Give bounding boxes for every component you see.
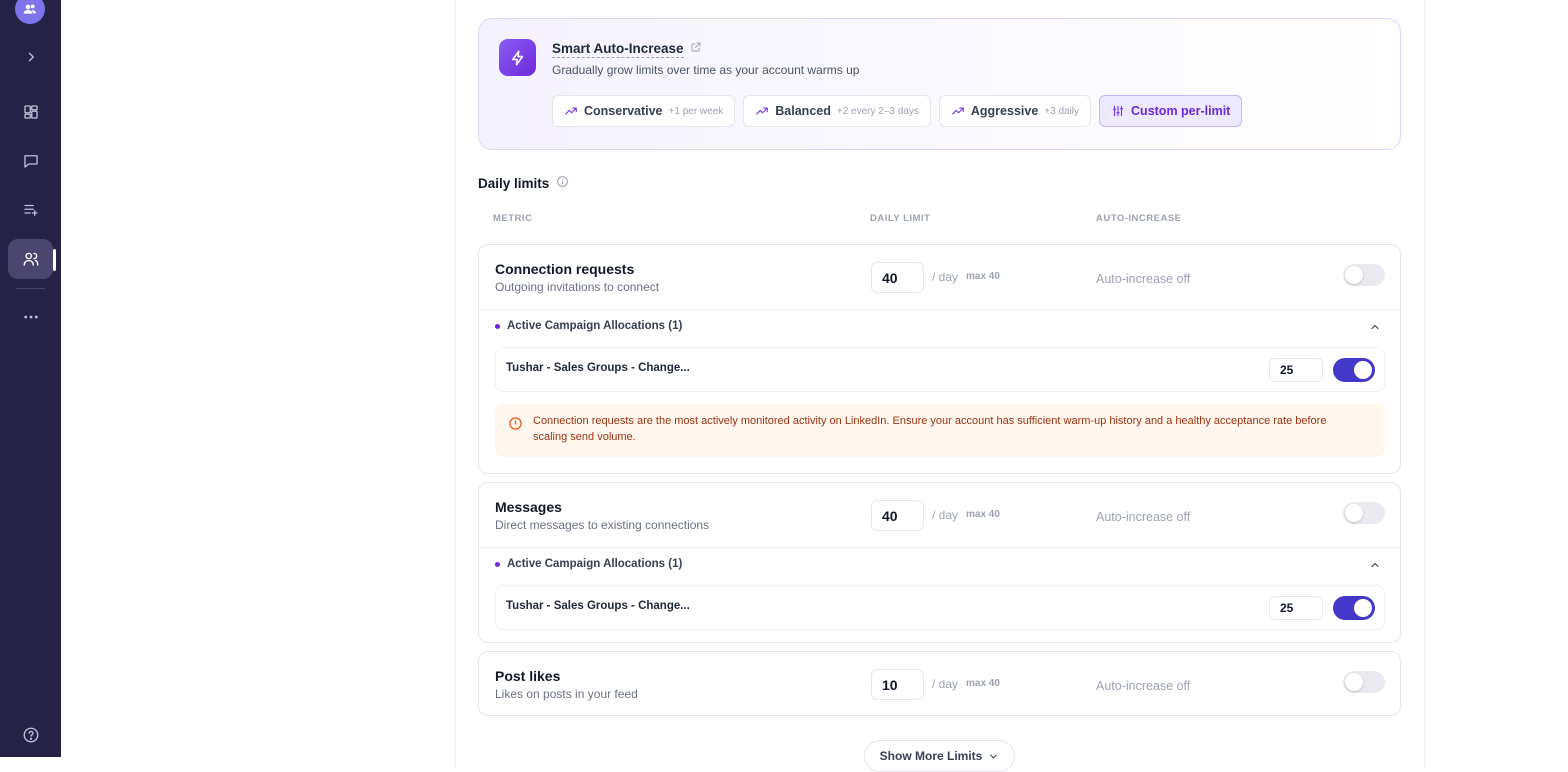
allocation-row: Tushar - Sales Groups - Change... 25 (495, 347, 1385, 392)
auto-increase-status: Auto-increase off (1096, 679, 1191, 693)
daily-limit-input[interactable]: 10 (871, 669, 924, 700)
metric-description: Outgoing invitations to connect (495, 280, 660, 294)
daily-limits-title: Daily limits (478, 175, 550, 191)
lightning-icon (499, 39, 536, 76)
max-label: max 40 (966, 678, 1000, 689)
active-indicator (53, 249, 56, 271)
per-day-label: / day (932, 508, 959, 522)
auto-increase-toggle[interactable] (1343, 671, 1385, 693)
warning-icon (508, 416, 523, 436)
help-button[interactable] (8, 715, 53, 755)
auto-increase-toggle[interactable] (1343, 264, 1385, 286)
status-dot (495, 561, 500, 567)
limit-card-connection-requests: Connection requests Outgoing invitations… (478, 244, 1401, 474)
smart-subtitle: Gradually grow limits over time as your … (552, 63, 860, 77)
sidebar-divider (16, 288, 45, 289)
sidebar-item-messages[interactable] (8, 141, 53, 181)
auto-increase-status: Auto-increase off (1096, 272, 1191, 286)
daily-limit-input[interactable]: 40 (871, 262, 924, 293)
more-horizontal-icon (23, 315, 38, 319)
preset-custom-per-limit[interactable]: Custom per-limit (1099, 95, 1243, 127)
trending-up-icon (565, 107, 577, 115)
trending-up-icon (952, 107, 964, 115)
allocations-header[interactable]: Active Campaign Allocations (1) (495, 320, 682, 332)
column-header-daily-limit: DAILY LIMIT (870, 213, 931, 224)
collapse-allocations-button[interactable] (1369, 558, 1381, 576)
sliders-icon (1112, 105, 1124, 117)
list-add-icon (23, 204, 38, 216)
metric-name: Post likes (495, 668, 561, 684)
team-avatar[interactable] (15, 0, 45, 24)
collapse-allocations-button[interactable] (1369, 320, 1381, 338)
daily-limit-input[interactable]: 40 (871, 500, 924, 531)
preset-aggressive[interactable]: Aggressive +3 daily (938, 95, 1092, 127)
sidebar-more-button[interactable] (8, 297, 53, 337)
auto-increase-status: Auto-increase off (1096, 510, 1191, 524)
column-header-auto-increase: AUTO-INCREASE (1096, 213, 1182, 224)
trending-up-icon (756, 107, 769, 115)
preset-conservative[interactable]: Conservative +1 per week (552, 95, 736, 127)
sidebar-item-lists[interactable] (8, 190, 53, 230)
chat-icon (23, 155, 38, 168)
sidebar (0, 0, 61, 757)
chevron-up-icon (1371, 324, 1379, 330)
sidebar-item-accounts[interactable] (8, 239, 53, 279)
chevron-down-icon (990, 754, 998, 759)
metric-name: Messages (495, 499, 562, 515)
smart-auto-increase-panel: Smart Auto-Increase Gradually grow limit… (478, 18, 1401, 150)
allocation-toggle[interactable] (1333, 596, 1375, 620)
sidebar-item-dashboard[interactable] (8, 92, 53, 132)
show-more-limits-button[interactable]: Show More Limits (864, 740, 1015, 772)
chevron-right-icon (28, 52, 34, 62)
allocations-header[interactable]: Active Campaign Allocations (1) (495, 558, 682, 570)
allocation-row: Tushar - Sales Groups - Change... 25 (495, 585, 1385, 630)
help-circle-icon (23, 727, 38, 743)
grid-icon (23, 105, 38, 119)
metric-description: Likes on posts in your feed (495, 687, 638, 701)
per-day-label: / day (932, 270, 959, 284)
allocation-input[interactable]: 25 (1269, 358, 1323, 382)
limit-card-post-likes: Post likes Likes on posts in your feed 1… (478, 651, 1401, 716)
campaign-name[interactable]: Tushar - Sales Groups - Change... (506, 362, 690, 374)
smart-title[interactable]: Smart Auto-Increase (552, 41, 684, 58)
preset-balanced[interactable]: Balanced +2 every 2–3 days (743, 95, 931, 127)
campaign-name[interactable]: Tushar - Sales Groups - Change... (506, 600, 690, 612)
column-header-metric: METRIC (493, 213, 533, 224)
auto-increase-toggle[interactable] (1343, 502, 1385, 524)
external-link-icon[interactable] (690, 40, 702, 58)
warning-text: Connection requests are the most activel… (533, 415, 1327, 443)
users-icon (23, 252, 38, 266)
team-icon (23, 4, 36, 14)
allocation-toggle[interactable] (1333, 358, 1375, 382)
metric-description: Direct messages to existing connections (495, 518, 710, 532)
per-day-label: / day (932, 677, 959, 691)
divider (479, 547, 1400, 548)
metric-name: Connection requests (495, 261, 635, 277)
allocation-input[interactable]: 25 (1269, 596, 1323, 620)
daily-limits-heading: Daily limits (478, 175, 569, 191)
max-label: max 40 (966, 509, 1000, 520)
status-dot (495, 323, 500, 329)
chevron-up-icon (1371, 562, 1379, 568)
warning-banner: Connection requests are the most activel… (495, 404, 1385, 457)
max-label: max 40 (966, 271, 1000, 282)
preset-group: Conservative +1 per week Balanced +2 eve… (552, 95, 1243, 127)
divider (479, 309, 1400, 310)
info-icon[interactable] (556, 175, 569, 191)
sidebar-expand-button[interactable] (8, 37, 53, 77)
limit-card-messages: Messages Direct messages to existing con… (478, 482, 1401, 643)
